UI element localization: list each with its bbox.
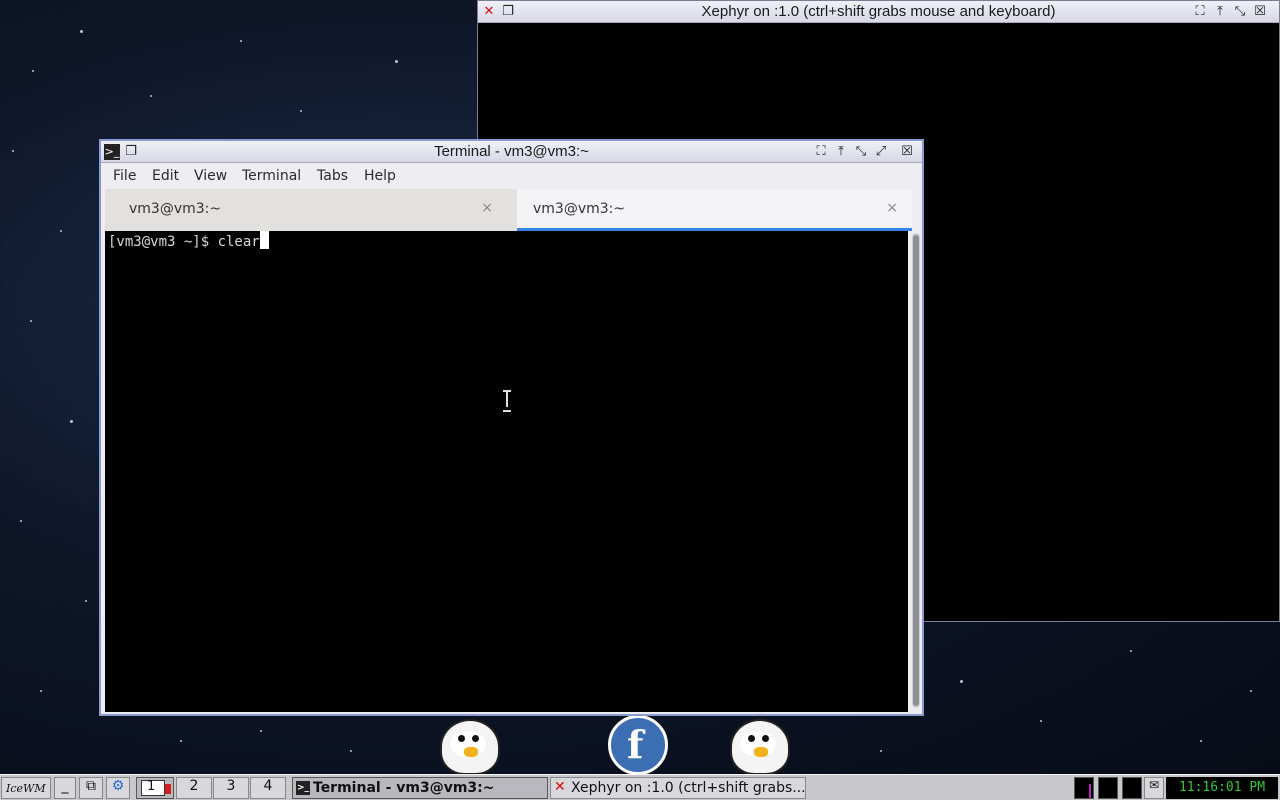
raise-icon[interactable]: ⤒ [1212,4,1228,20]
raise-icon[interactable]: ⤒ [833,144,849,160]
terminal-title: Terminal - vm3@vm3:~ [434,143,589,160]
minimize-icon[interactable]: ⤡ [853,144,869,160]
command-text: clear [217,234,260,250]
taskbar-item-label: Xephyr on :1.0 (ctrl+shift grabs... [571,780,806,796]
terminal-output[interactable]: [vm3@vm3 ~]$ clear [105,231,908,712]
menu-terminal[interactable]: Terminal [242,168,301,184]
text-cursor [259,231,269,249]
mem-monitor [1122,777,1142,799]
terminal-titlebar[interactable]: >_ ❐ Terminal - vm3@vm3:~ ⛶ ⤒ ⤡ ⤢ ☒ [101,141,922,163]
xephyr-title: Xephyr on :1.0 (ctrl+shift grabs mouse a… [701,3,1056,20]
terminal-window[interactable]: >_ ❐ Terminal - vm3@vm3:~ ⛶ ⤒ ⤡ ⤢ ☒ File… [99,139,924,716]
taskbar-item-xephyr[interactable]: ✕ Xephyr on :1.0 (ctrl+shift grabs... [550,777,806,799]
tab-bar: vm3@vm3:~ × vm3@vm3:~ × [105,189,912,231]
scrollbar-thumb[interactable] [913,235,919,706]
close-icon[interactable]: ☒ [1252,4,1268,20]
start-menu-button[interactable]: IceWM [1,777,51,799]
workspace-1-label: 1 [147,779,156,794]
tab-2[interactable]: vm3@vm3:~ × [517,189,912,231]
terminal-prompt-line: [vm3@vm3 ~]$ clear [108,231,269,250]
workspace-1[interactable]: 1 [136,777,174,799]
prompt: [vm3@vm3 ~]$ [108,234,218,250]
tab-1[interactable]: vm3@vm3:~ × [105,189,517,231]
xephyr-titlebar[interactable]: ✕ ❐ Xephyr on :1.0 (ctrl+shift grabs mou… [478,1,1279,23]
tab-close-icon[interactable]: × [886,200,898,216]
fedora-penguins-wallpaper: f [430,715,850,774]
workspace-2[interactable]: 2 [176,777,212,799]
menu-edit[interactable]: Edit [152,168,179,184]
workspace-window-marker [165,784,171,794]
tab-close-icon[interactable]: × [481,200,493,216]
cpu-monitor [1074,777,1094,799]
window-list-icon[interactable]: ⧉ [79,777,103,799]
taskbar-item-terminal[interactable]: >_ Terminal - vm3@vm3:~ [292,777,548,799]
menu-view[interactable]: View [194,168,227,184]
menu-bar: File Edit View Terminal Tabs Help [101,163,922,189]
clock[interactable]: 11:16:01 PM [1166,777,1278,799]
menu-tabs[interactable]: Tabs [317,168,348,184]
close-icon[interactable]: ☒ [899,144,915,160]
net-monitor [1098,777,1118,799]
show-desktop-button[interactable]: _ [54,777,76,799]
mouse-ibeam-cursor-icon [503,390,511,412]
maximize-icon[interactable]: ⛶ [813,144,829,160]
scrollbar[interactable] [912,233,920,708]
taskbar: IceWM _ ⧉ ⚙ 1 2 3 4 >_ Terminal - vm3@vm… [0,774,1280,800]
menu-file[interactable]: File [113,168,136,184]
tab-label: vm3@vm3:~ [129,201,222,217]
taskbar-item-label: Terminal - vm3@vm3:~ [313,780,495,796]
tab-label: vm3@vm3:~ [533,201,626,217]
maximize-icon[interactable]: ⛶ [1192,4,1208,20]
settings-gear-icon[interactable]: ⚙ [106,777,130,799]
menu-help[interactable]: Help [364,168,396,184]
minimize-icon[interactable]: ⤡ [1232,4,1248,20]
workspace-4[interactable]: 4 [250,777,286,799]
terminal-icon: >_ [296,781,310,795]
mail-icon[interactable]: ✉ [1144,777,1164,799]
xephyr-icon: ✕ [554,779,566,795]
fullscreen-icon[interactable]: ⤢ [873,144,889,160]
workspace-3[interactable]: 3 [213,777,249,799]
icewm-logo: IceWM [6,782,46,795]
